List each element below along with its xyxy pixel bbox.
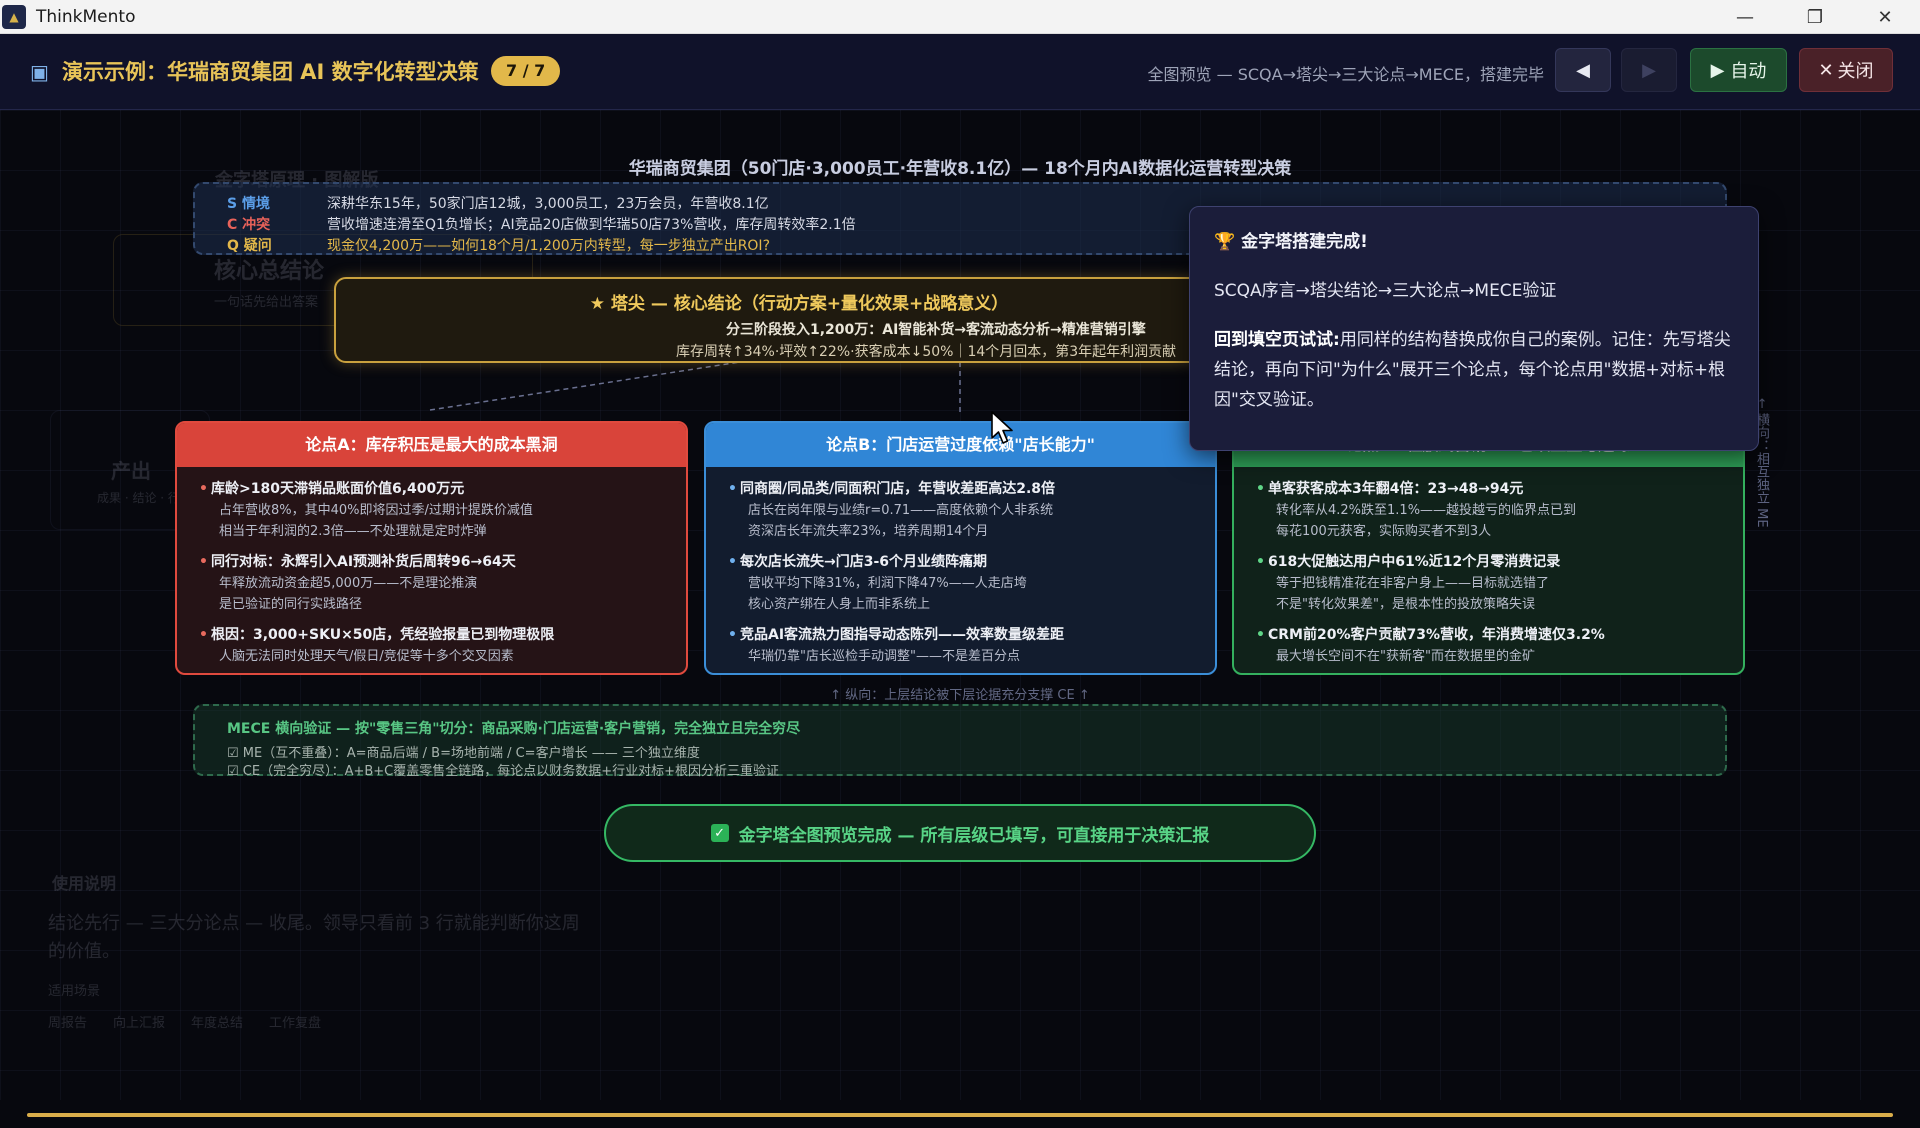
point-main: 单客获客成本3年翻4倍：23→48→94元: [1268, 481, 1524, 497]
mece-title: MECE 横向验证 — 按"零售三角"切分：商品采购·门店运营·客户营销，完全独…: [227, 721, 801, 737]
bullet-dot-icon: •: [199, 481, 208, 497]
argument-card-b: 论点B：门店运营过度依赖"店长能力" • 同商圈/同品类/同面积门店，年营收差距高…: [704, 421, 1217, 675]
point-detail: 店长在岗年限与业绩r=0.71——高度依赖个人非系统: [748, 503, 1054, 518]
scqa-situation: S 情境 深耕华东15年，50家门店12城，3,000员工，23万会员，年营收8…: [227, 193, 769, 213]
scqa-text: 深耕华东15年，50家门店12城，3,000员工，23万会员，年营收8.1亿: [327, 196, 769, 212]
mece-validation: MECE 横向验证 — 按"零售三角"切分：商品采购·门店运营·客户营销，完全独…: [193, 704, 1727, 779]
point-detail: 占年营收8%，其中40%即将因过季/过期计提跌价减值: [219, 503, 533, 518]
point-detail: 等于把钱精准花在非客户身上——目标就选错了: [1276, 576, 1550, 591]
connector-a: [429, 361, 741, 411]
tooltip-body-lead: 回到填空页试试:: [1214, 330, 1340, 350]
point-detail: 每花100元获客，实际购买者不到3人: [1276, 524, 1492, 539]
argument-point: • 同商圈/同品类/同面积门店，年营收差距高达2.8倍 店长在岗年限与业绩r=0.…: [728, 479, 1193, 542]
argument-point: • 竞品AI客流热力图指导动态陈列——效率数量级差距 华瑞仍靠"店长巡检手动调整"…: [728, 625, 1193, 667]
card-title: 论点B：门店运营过度依赖"店长能力": [706, 423, 1215, 467]
completion-text: 金字塔全图预览完成 — 所有层级已填写，可直接用于决策汇报: [738, 825, 1210, 846]
bullet-dot-icon: •: [1256, 554, 1265, 570]
bullet-dot-icon: •: [728, 554, 737, 570]
bullet-dot-icon: •: [1256, 481, 1265, 497]
argument-point: • 每次店长流失→门店3-6个月业绩阵痛期 营收平均下降31%，利润下降47%——…: [728, 552, 1193, 615]
tooltip-title: 金字塔搭建完成!: [1241, 232, 1368, 252]
argument-point: • 库龄>180天滞销品账面价值6,400万元 占年营收8%，其中40%即将因过季…: [199, 479, 664, 542]
scqa-complication: C 冲突 营收增速连滑至Q1负增长；AI竞品20店做到华瑞50店73%营收，库存…: [227, 214, 856, 234]
point-main: 618大促触达用户中61%近12个月零消费记录: [1268, 554, 1561, 570]
trophy-icon: 🏆: [1214, 232, 1236, 252]
point-main: 竞品AI客流热力图指导动态陈列——效率数量级差距: [740, 627, 1065, 643]
mece-ce-line: ☑ CE（完全穷尽）：A+B+C覆盖零售全链路，每论点以财务数据+行业对标+根因…: [227, 764, 780, 779]
point-detail: 华瑞仍靠"店长巡检手动调整"——不是差百分点: [748, 649, 1020, 664]
scqa-text: 营收增速连滑至Q1负增长；AI竞品20店做到华瑞50店73%营收，库存周转效率2…: [327, 217, 856, 233]
bullet-dot-icon: •: [728, 481, 737, 497]
point-detail: 是已验证的同行实践路径: [219, 597, 363, 612]
point-detail: 相当于年利润的2.3倍——不处理就是定时炸弹: [219, 524, 487, 539]
argument-point: • 618大促触达用户中61%近12个月零消费记录 等于把钱精准花在非客户身上——…: [1256, 552, 1721, 615]
scqa-label: Q 疑问: [227, 238, 272, 254]
argument-card-a: 论点A：库存积压是最大的成本黑洞 • 库龄>180天滞销品账面价值6,400万元 …: [175, 421, 688, 675]
completion-tooltip: 🏆 金字塔搭建完成! SCQA序言→塔尖结论→三大论点→MECE验证 回到填空页…: [1189, 206, 1759, 451]
scqa-text: 现金仅4,200万——如何18个月/1,200万内转型，每一步独立产出ROI?: [327, 238, 770, 254]
point-main: 同商圈/同品类/同面积门店，年营收差距高达2.8倍: [740, 481, 1056, 497]
point-main: 库龄>180天滞销品账面价值6,400万元: [211, 481, 465, 497]
bullet-dot-icon: •: [728, 627, 737, 643]
argument-point: • CRM前20%客户贡献73%营收，年消费增速仅3.2% 最大增长空间不在"获新…: [1256, 625, 1721, 667]
point-detail: 核心资产绑在人身上而非系统上: [748, 597, 931, 612]
point-main: 同行对标：永辉引入AI预测补货后周转96→64天: [211, 554, 516, 570]
argument-card-c: 论点C：粗放式营销ROI已跌至盈亏边缘 •单客获客成本3年翻4倍：23→48→9…: [1232, 421, 1745, 675]
vertical-note: ↑ 纵向：上层结论被下层论据充分支撑 CE ↑: [830, 688, 1090, 703]
scqa-question: Q 疑问 现金仅4,200万——如何18个月/1,200万内转型，每一步独立产出…: [227, 235, 770, 255]
point-detail: 最大增长空间不在"获新客"而在数据里的金矿: [1276, 649, 1535, 664]
demo-progress-bar: [27, 1113, 1893, 1117]
completion-banner: ✓ 金字塔全图预览完成 — 所有层级已填写，可直接用于决策汇报: [604, 804, 1316, 862]
bullet-dot-icon: •: [199, 627, 208, 643]
argument-point: • 单客获客成本3年翻4倍：23→48→94元 转化率从4.2%跌至1.1%——越…: [1256, 479, 1721, 542]
point-main: 每次店长流失→门店3-6个月业绩阵痛期: [740, 554, 988, 570]
apex-line-1: 分三阶段投入1,200万：AI智能补货→客流动态分析→精准营销引擎: [726, 322, 1146, 338]
mece-me-line: ☑ ME（互不重叠）：A=商品后端 / B=场地前端 / C=客户增长 —— 三…: [227, 746, 700, 761]
point-detail: 资深店长年流失率23%，培养周期14个月: [748, 524, 989, 539]
tooltip-title-row: 🏆 金字塔搭建完成!: [1214, 227, 1734, 252]
pyramid-apex: ★ 塔尖 — 核心结论（行动方案+量化效果+战略意义） 分三阶段投入1,200万…: [334, 277, 1264, 363]
point-detail: 年释放流动资金超5,000万——不是理论推演: [219, 576, 478, 591]
argument-point: • 同行对标：永辉引入AI预测补货后周转96→64天 年释放流动资金超5,000万…: [199, 552, 664, 615]
scqa-label: S 情境: [227, 196, 270, 212]
tooltip-body: 回到填空页试试:用同样的结构替换成你自己的案例。记住：先写塔尖结论，再向下问"为…: [1214, 325, 1734, 415]
point-detail: 不是"转化效果差"，是根本性的投放策略失误: [1276, 597, 1535, 612]
mouse-cursor-icon: [991, 411, 1013, 444]
point-detail: 人脑无法同时处理天气/假日/竞促等十多个交叉因素: [219, 649, 514, 664]
card-title: 论点A：库存积压是最大的成本黑洞: [177, 423, 686, 467]
scqa-label: C 冲突: [227, 217, 271, 233]
apex-title: ★ 塔尖 — 核心结论（行动方案+量化效果+战略意义）: [589, 294, 1009, 314]
pyramid-header: 华瑞商贸集团（50门店·3,000员工·年营收8.1亿）— 18个月内AI数据化…: [628, 159, 1292, 179]
argument-point: • 根因：3,000+SKU×50店，凭经验报量已到物理极限 人脑无法同时处理天气…: [199, 625, 664, 667]
point-detail: 转化率从4.2%跌至1.1%——越投越亏的临界点已到: [1276, 503, 1577, 518]
point-main: CRM前20%客户贡献73%营收，年消费增速仅3.2%: [1268, 627, 1605, 643]
point-detail: 营收平均下降31%，利润下降47%——人走店垮: [748, 576, 1027, 591]
checkbox-checked-icon: ✓: [710, 824, 729, 842]
point-main: 根因：3,000+SKU×50店，凭经验报量已到物理极限: [211, 627, 555, 643]
apex-line-2: 库存周转↑34%·坪效↑22%·获客成本↓50%｜14个月回本，第3年起年利润贡…: [676, 344, 1177, 360]
bullet-dot-icon: •: [199, 554, 208, 570]
tooltip-flow: SCQA序言→塔尖结论→三大论点→MECE验证: [1214, 281, 1557, 301]
bullet-dot-icon: •: [1256, 627, 1265, 643]
